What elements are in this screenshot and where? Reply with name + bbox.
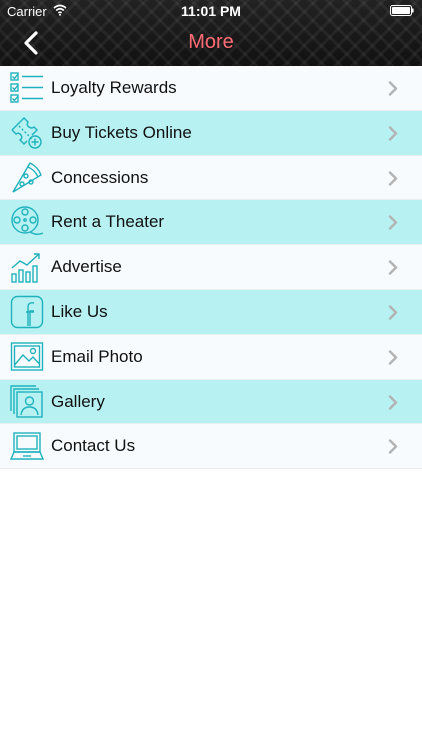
chevron-right-icon <box>388 305 398 320</box>
photo-gallery-icon <box>10 384 43 418</box>
pizza-slice-icon <box>12 161 42 193</box>
film-reel-icon <box>11 206 44 236</box>
menu-item-label: Advertise <box>51 257 122 277</box>
menu-item-label: Loyalty Rewards <box>51 78 177 97</box>
menu-item-label: Rent a Theater <box>51 212 165 232</box>
clock: 11:01 PM <box>181 3 241 19</box>
menu-item-advertise[interactable]: Advertise <box>0 245 422 290</box>
navigation-header: Carrier 11:01 PM More <box>0 0 422 66</box>
menu-item-like-us[interactable]: Like Us <box>0 289 422 335</box>
facebook-icon <box>10 295 44 329</box>
page-title: More <box>188 31 234 53</box>
menu-item-label: Concessions <box>51 167 149 187</box>
menu-item-concessions[interactable]: Concessions <box>0 155 422 201</box>
chevron-right-icon <box>388 394 398 410</box>
menu-item-label: Like Us <box>51 301 108 321</box>
menu-item-label: Gallery <box>51 391 105 411</box>
chevron-right-icon <box>388 126 398 141</box>
menu-item-label: Buy Tickets Online <box>51 122 192 142</box>
growth-chart-icon <box>11 253 40 283</box>
checklist-icon <box>10 72 43 103</box>
photo-icon <box>10 342 44 371</box>
menu-item-loyalty-rewards[interactable]: Loyalty Rewards <box>0 66 422 111</box>
laptop-icon <box>10 432 44 461</box>
chevron-right-icon <box>388 350 398 365</box>
chevron-right-icon <box>388 260 398 275</box>
menu-item-rent-a-theater[interactable]: Rent a Theater <box>0 200 422 246</box>
status-bar: Carrier 11:01 PM <box>0 0 422 22</box>
menu-item-gallery[interactable]: Gallery <box>0 379 422 425</box>
menu-item-label: Contact Us <box>51 436 136 456</box>
ticket-plus-icon <box>11 116 42 149</box>
chevron-right-icon <box>388 215 398 231</box>
menu-item-label: Email Photo <box>51 346 143 366</box>
chevron-right-icon <box>388 170 398 186</box>
more-menu-list: Loyalty Rewards Buy Tickets Online Conce… <box>0 66 422 470</box>
menu-item-email-photo[interactable]: Email Photo <box>0 334 422 380</box>
menu-item-contact-us[interactable]: Contact Us <box>0 424 422 470</box>
battery-icon <box>390 5 414 16</box>
chevron-right-icon <box>388 439 398 455</box>
menu-item-buy-tickets-online[interactable]: Buy Tickets Online <box>0 110 422 156</box>
chevron-right-icon <box>388 81 398 96</box>
